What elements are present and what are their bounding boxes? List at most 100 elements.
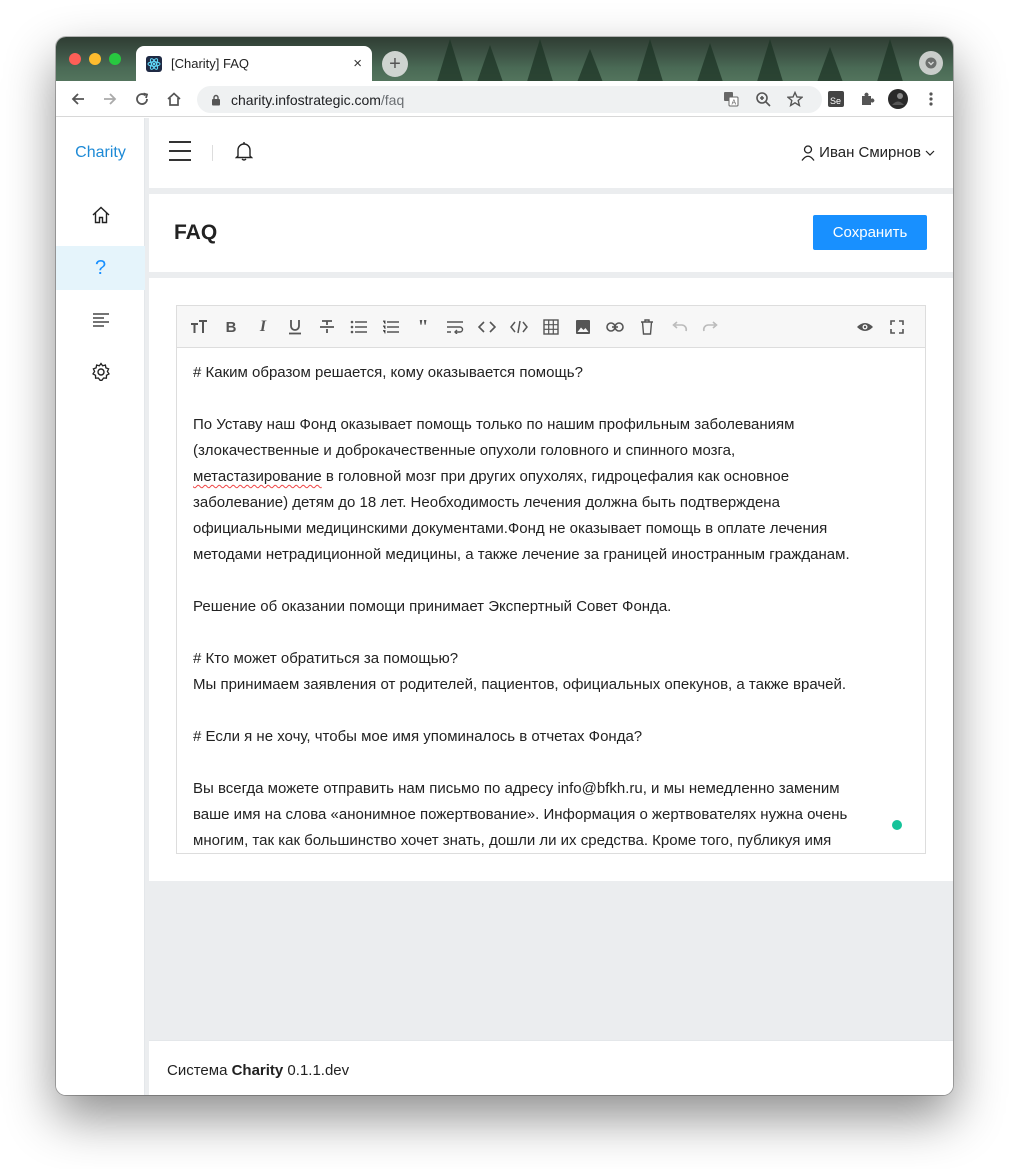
redo-icon[interactable] (699, 315, 723, 339)
url-path: /faq (380, 91, 405, 108)
ordered-list-icon[interactable] (379, 315, 403, 339)
link-icon[interactable] (603, 315, 627, 339)
editor-line: Решение об оказании помощи принимает Экс… (193, 598, 672, 615)
extensions-puzzle-icon[interactable] (857, 89, 877, 109)
svg-text:Se: Se (830, 96, 841, 106)
delete-icon[interactable] (635, 315, 659, 339)
editor-toolbar: B I " (177, 306, 925, 348)
sidebar-item-list[interactable] (56, 298, 145, 342)
editor-line: официальными медицинскими документами.Фо… (193, 520, 828, 537)
browser-menu-icon[interactable] (921, 89, 941, 109)
footer-prefix: Система (167, 1062, 232, 1079)
tab-search-button[interactable] (919, 51, 943, 75)
home-icon (92, 206, 109, 224)
chevron-down-icon (925, 150, 935, 156)
close-window-button[interactable] (69, 53, 81, 65)
tab-strip: [Charity] FAQ × + (56, 37, 953, 81)
code-block-icon[interactable] (507, 315, 531, 339)
footer-text: Система Charity 0.1.1.dev (167, 1062, 349, 1079)
table-icon[interactable] (539, 315, 563, 339)
tab-close-icon[interactable]: × (353, 55, 362, 72)
react-favicon-icon (146, 55, 162, 72)
lock-icon (211, 94, 221, 106)
editor-line: (злокачественные и доброкачественные опу… (193, 442, 736, 459)
bullet-list-icon[interactable] (347, 315, 371, 339)
svg-text:A: A (732, 100, 737, 107)
editor-textarea[interactable]: # Каким образом решается, кому оказывает… (177, 348, 925, 853)
content-card: B I " # Каким образом решается, кому ока… (149, 278, 953, 881)
browser-toolbar: charity.infostrategic.com/faq A Se (56, 81, 953, 117)
zoom-icon[interactable] (754, 90, 772, 108)
hamburger-menu-icon[interactable] (169, 141, 191, 161)
top-header: Иван Смирнов (149, 118, 953, 188)
header-divider (212, 145, 213, 161)
gear-icon (91, 362, 110, 381)
page: Charity ? Иван Смирнов FAQ Сохранить B I… (56, 118, 953, 1095)
page-titlebar: FAQ Сохранить (149, 194, 953, 272)
reload-icon[interactable] (132, 89, 152, 109)
tab-title: [Charity] FAQ (171, 56, 250, 71)
footer: Система Charity 0.1.1.dev (149, 1040, 953, 1095)
editor-line: # Кто может обратиться за помощью? (193, 650, 459, 667)
user-name: Иван Смирнов (819, 144, 921, 161)
strikethrough-icon[interactable] (315, 315, 339, 339)
editor-line: # Если я не хочу, чтобы мое имя упоминал… (193, 728, 643, 745)
fullscreen-icon[interactable] (885, 315, 909, 339)
wrap-text-icon[interactable] (443, 315, 467, 339)
new-tab-button[interactable]: + (382, 51, 408, 77)
underline-icon[interactable] (283, 315, 307, 339)
bell-icon[interactable] (234, 141, 254, 166)
footer-version: 0.1.1.dev (283, 1062, 350, 1079)
sidebar: Charity ? (56, 118, 145, 1095)
editor-line: Вы всегда можете отправить нам письмо по… (193, 780, 840, 797)
maximize-window-button[interactable] (109, 53, 121, 65)
forward-arrow-icon[interactable] (100, 89, 120, 109)
save-button[interactable]: Сохранить (813, 215, 927, 250)
preview-eye-icon[interactable] (853, 315, 877, 339)
address-bar[interactable]: charity.infostrategic.com/faq A (197, 86, 822, 113)
editor-line: # Каким образом решается, кому оказывает… (193, 364, 583, 381)
question-icon: ? (94, 256, 107, 279)
back-arrow-icon[interactable] (68, 89, 88, 109)
editor-line: По Уставу наш Фонд оказывает помощь толь… (193, 416, 795, 433)
minimize-window-button[interactable] (89, 53, 101, 65)
selenium-extension-icon[interactable]: Se (826, 89, 846, 109)
text-size-icon[interactable] (187, 315, 211, 339)
browser-window: [Charity] FAQ × + charity.infostrategic.… (56, 37, 953, 1095)
editor-line-rest: в головной мозг при других опухолях, гид… (321, 468, 790, 485)
italic-icon[interactable]: I (251, 315, 275, 339)
user-menu[interactable]: Иван Смирнов (801, 144, 935, 161)
user-icon (801, 144, 815, 161)
footer-app-name: Charity (231, 1062, 284, 1079)
image-icon[interactable] (571, 315, 595, 339)
bold-icon[interactable]: B (219, 315, 243, 339)
editor-line: Мы принимаем заявления от родителей, пац… (193, 676, 847, 693)
markdown-editor: B I " # Каким образом решается, кому ока… (176, 305, 926, 854)
quote-icon[interactable]: " (411, 315, 435, 339)
browser-tab[interactable]: [Charity] FAQ × (136, 46, 372, 81)
align-left-icon (92, 313, 109, 327)
profile-avatar-icon[interactable] (888, 89, 908, 109)
sidebar-item-faq[interactable]: ? (56, 246, 145, 290)
editor-line: ваше имя на слова «анонимное пожертвован… (193, 806, 848, 823)
editor-line: методами нетрадиционной медицины, а такж… (193, 546, 850, 563)
page-title: FAQ (174, 221, 218, 244)
sidebar-item-settings[interactable] (56, 350, 145, 394)
editor-line: заболевание) детям до 18 лет. Необходимо… (193, 494, 780, 511)
grammarly-status-icon[interactable] (892, 820, 902, 830)
misspelled-word: метастазирование (193, 468, 322, 485)
brand-logo[interactable]: Charity (56, 144, 145, 162)
undo-icon[interactable] (667, 315, 691, 339)
editor-line: многим, так как большинство хочет знать,… (193, 832, 832, 849)
code-icon[interactable] (475, 315, 499, 339)
bookmark-star-icon[interactable] (786, 90, 804, 108)
home-browser-icon[interactable] (164, 89, 184, 109)
translate-icon[interactable]: A (722, 90, 740, 108)
url-host: charity.infostrategic.com (231, 91, 381, 108)
sidebar-item-home[interactable] (56, 193, 145, 237)
